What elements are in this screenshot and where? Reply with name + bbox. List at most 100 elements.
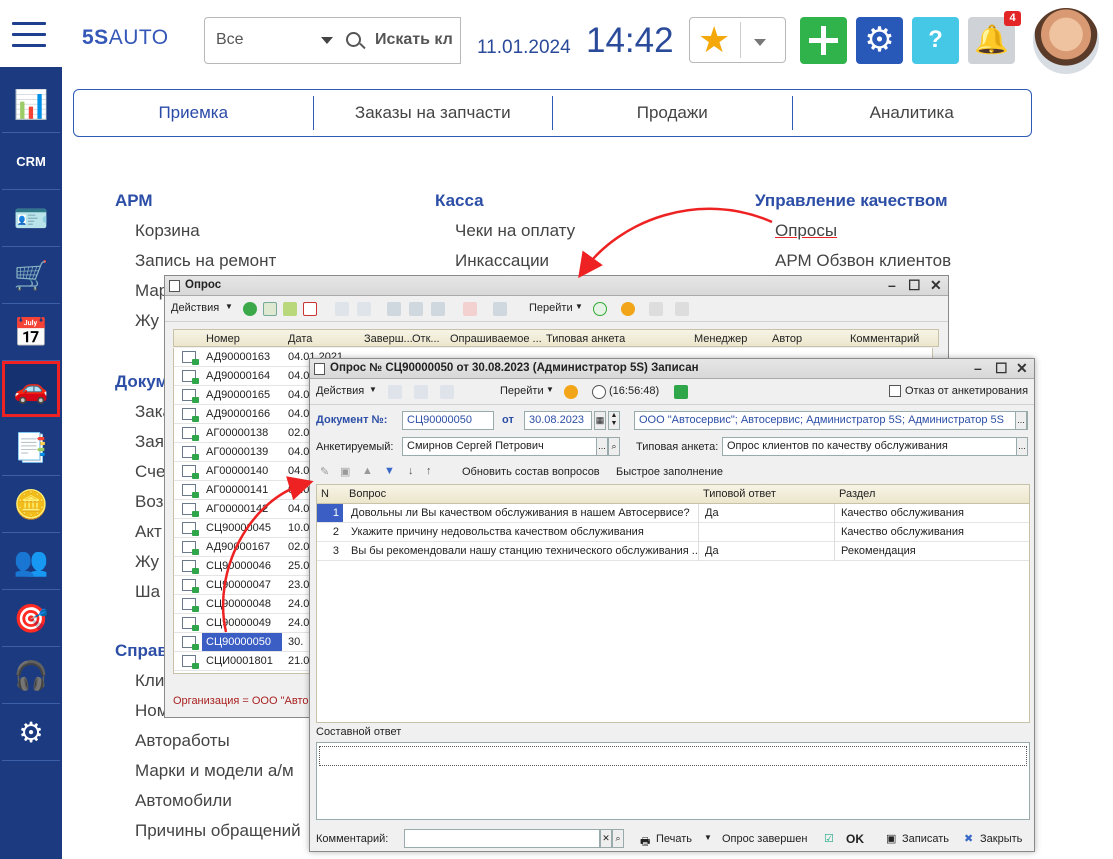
menu-item-doc-4[interactable]: Воз: [135, 492, 163, 512]
support-icon[interactable]: 🎧: [2, 648, 60, 704]
contacts-icon[interactable]: 🪪: [2, 191, 60, 247]
survey-done-button[interactable]: Опрос завершен: [722, 833, 807, 845]
menu-item-encashment[interactable]: Инкассации: [455, 251, 549, 271]
people-icon[interactable]: 👥: [2, 534, 60, 590]
menu-item-repair-booking[interactable]: Запись на ремонт: [135, 251, 276, 271]
help-icon[interactable]: ?: [912, 17, 959, 64]
minimize-icon[interactable]: –: [888, 277, 896, 293]
maximize-icon[interactable]: ☐: [995, 360, 1008, 377]
filter-list-icon[interactable]: [409, 302, 423, 316]
search-input[interactable]: Искать кл: [339, 17, 461, 64]
close-icon[interactable]: ✕: [930, 277, 942, 294]
ok-button[interactable]: OK: [846, 832, 864, 846]
col-refused[interactable]: Отк...: [412, 333, 440, 345]
car-lift-icon[interactable]: 🚗: [2, 361, 60, 417]
col-question[interactable]: Вопрос: [349, 488, 386, 500]
delete-icon[interactable]: [303, 302, 317, 316]
maximize-icon[interactable]: ☐: [908, 277, 921, 294]
menu-item-doc-3[interactable]: Сче: [135, 462, 165, 482]
menu-item-surveys[interactable]: Опросы: [775, 221, 837, 241]
select-button[interactable]: ...: [1015, 411, 1027, 430]
menu-item-doc-2[interactable]: Зая: [135, 432, 164, 452]
respondent-field[interactable]: Смирнов Сергей Петрович: [402, 437, 598, 456]
refresh-icon[interactable]: [414, 385, 428, 399]
menu-item-doc-7[interactable]: Ша: [135, 582, 160, 602]
coins-icon[interactable]: 🪙: [2, 477, 60, 533]
settings-gear-icon[interactable]: ⚙: [856, 17, 903, 64]
doc-date-field[interactable]: 30.08.2023: [524, 411, 592, 430]
select-button[interactable]: ...: [596, 437, 608, 456]
find-icon[interactable]: [357, 302, 371, 316]
menu-item-autoworks[interactable]: Автоработы: [135, 731, 230, 751]
edit-icon[interactable]: [283, 302, 297, 316]
col-manager[interactable]: Менеджер: [694, 333, 747, 345]
avatar[interactable]: [1033, 8, 1099, 74]
actions-menu[interactable]: Действия: [316, 385, 364, 397]
help-icon[interactable]: [621, 302, 635, 316]
col-date[interactable]: Дата: [288, 333, 312, 345]
search-icon[interactable]: ⌕: [612, 829, 624, 848]
composite-answer-field[interactable]: [316, 742, 1030, 820]
chevron-down-icon[interactable]: [754, 39, 766, 46]
post-icon[interactable]: [388, 385, 402, 399]
target-icon[interactable]: 🎯: [2, 591, 60, 647]
refuse-checkbox[interactable]: [889, 385, 901, 397]
col-n[interactable]: N: [321, 488, 329, 500]
comment-field[interactable]: [404, 829, 600, 848]
col-section[interactable]: Раздел: [839, 488, 875, 500]
menu-item-call-clients[interactable]: АРМ Обзвон клиентов: [775, 251, 951, 271]
help-icon[interactable]: [564, 385, 578, 399]
tab-sales[interactable]: Продажи: [553, 96, 793, 130]
menu-item-cart[interactable]: Корзина: [135, 221, 200, 241]
col-typical-answer[interactable]: Типовой ответ: [703, 488, 776, 500]
col-respondent[interactable]: Опрашиваемое ...: [450, 333, 542, 345]
col-comment[interactable]: Комментарий: [850, 333, 919, 345]
actions-menu[interactable]: Действия: [171, 302, 219, 314]
arrow-up-icon[interactable]: ▲: [362, 465, 373, 477]
doc-number-field[interactable]: СЦ90000050: [402, 411, 494, 430]
copy-icon[interactable]: [263, 302, 277, 316]
menu-item-car-models[interactable]: Марки и модели а/м: [135, 761, 294, 781]
select-button[interactable]: ...: [1016, 437, 1028, 456]
chevron-down-icon[interactable]: ▼: [704, 833, 712, 842]
close-icon[interactable]: ✕: [1016, 360, 1028, 377]
calendar-icon[interactable]: 📅: [2, 305, 60, 361]
search-icon[interactable]: ⌕: [608, 437, 620, 456]
question-row[interactable]: 3 Вы бы рекомендовали нашу станцию технич…: [317, 542, 1029, 561]
goto-menu[interactable]: Перейти: [529, 302, 573, 314]
tab-parts-orders[interactable]: Заказы на запчасти: [314, 96, 553, 130]
add-icon[interactable]: [243, 302, 257, 316]
tree-icon[interactable]: [649, 302, 663, 316]
print-button[interactable]: Печать: [656, 833, 692, 845]
add-button[interactable]: [800, 17, 847, 64]
tab-analytics[interactable]: Аналитика: [793, 96, 1032, 130]
menu-item-doc-5[interactable]: Акт: [135, 522, 162, 542]
menu-item-reasons[interactable]: Причины обращений: [135, 821, 301, 841]
refresh-questions-button[interactable]: Обновить состав вопросов: [462, 466, 600, 478]
filter-select[interactable]: Все: [204, 17, 340, 64]
minimize-icon[interactable]: –: [974, 360, 982, 376]
filter-history-icon[interactable]: [431, 302, 445, 316]
cart-icon[interactable]: 🛒: [2, 248, 60, 304]
col-author[interactable]: Автор: [772, 333, 802, 345]
close-button[interactable]: Закрыть: [980, 833, 1022, 845]
green-doc-icon[interactable]: [674, 385, 688, 399]
pencil-icon[interactable]: ✎: [320, 465, 329, 478]
col-template[interactable]: Типовая анкета: [546, 333, 625, 345]
menu-item-cars[interactable]: Автомобили: [135, 791, 232, 811]
refresh-list-icon[interactable]: [335, 302, 349, 316]
menu-hamburger-icon[interactable]: [12, 22, 46, 48]
documents-icon[interactable]: 📑: [2, 420, 60, 476]
save-icon[interactable]: ▣: [340, 465, 350, 478]
template-field[interactable]: Опрос клиентов по качеству обслуживания: [722, 437, 1020, 456]
export-icon[interactable]: [493, 302, 507, 316]
menu-item-clients[interactable]: Кли: [135, 671, 164, 691]
crm-icon[interactable]: CRM: [2, 134, 60, 190]
list-settings-icon[interactable]: [675, 302, 689, 316]
organization-field[interactable]: ООО "Автосервис"; Автосервис; Администра…: [634, 411, 1028, 430]
calendar-icon[interactable]: ▦: [594, 411, 606, 430]
favorites-button[interactable]: ★: [689, 17, 786, 63]
menu-item-checks[interactable]: Чеки на оплату: [455, 221, 575, 241]
sort-asc-icon[interactable]: ↓: [408, 465, 414, 477]
question-row[interactable]: 1 Довольны ли Вы качеством обслуживания в…: [317, 504, 1029, 523]
